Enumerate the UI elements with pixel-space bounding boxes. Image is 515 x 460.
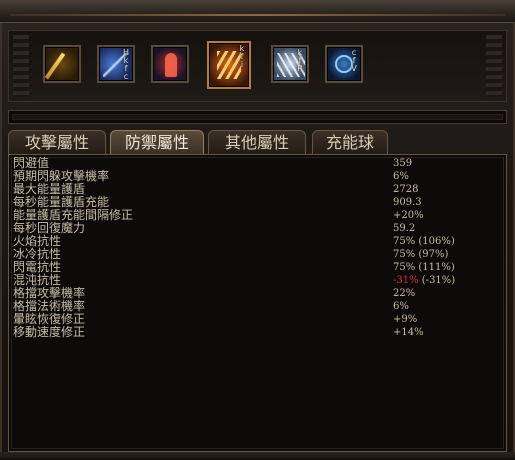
negative-resistance-value: -31%	[393, 275, 419, 286]
stat-row: 移動速度修正 +14%	[11, 326, 505, 339]
stats-list: 閃避值 359 預期閃躲攻擊機率 6% 最大能量護盾 2728 每秒能量護盾充能…	[11, 157, 505, 339]
stat-tabs: 攻擊屬性 防禦屬性 其他屬性 充能球	[8, 130, 507, 154]
left-chain-decoration	[13, 35, 29, 97]
defense-stats-panel: 閃避值 359 預期閃躲攻擊機率 6% 最大能量護盾 2728 每秒能量護盾充能…	[8, 154, 507, 452]
sword-icon	[44, 52, 66, 80]
stat-value: +9%	[393, 314, 418, 325]
stat-row: 冰冷抗性 75% (97%)	[11, 248, 505, 261]
stat-row: 暈眩恢復修正 +9%	[11, 313, 505, 326]
stat-row: 格擋攻擊機率 22%	[11, 287, 505, 300]
resistance-uncapped-value: (-31%)	[418, 275, 456, 286]
stat-value: -31% (-31%)	[393, 274, 455, 287]
gem-hotkey-label: H k f c	[122, 48, 129, 81]
fire-skill-gem-selected[interactable]: k f i	[207, 41, 251, 89]
tab-other[interactable]: 其他屬性	[208, 130, 306, 154]
blood-skill-gem[interactable]	[151, 45, 189, 83]
orb-skill-gem[interactable]: c f V	[325, 45, 363, 83]
experience-bar-track	[12, 114, 503, 120]
stat-row: 能量護盾充能間隔修正 +20%	[11, 209, 505, 222]
stat-value: 59.2	[393, 223, 416, 234]
stat-value: 6%	[393, 171, 409, 182]
stat-value: 6%	[393, 301, 409, 312]
stat-row: 每秒回復魔力 59.2	[11, 222, 505, 235]
stat-row: 預期閃躲攻擊機率 6%	[11, 170, 505, 183]
right-chain-decoration	[486, 35, 502, 97]
stat-label: 移動速度修正	[13, 325, 86, 339]
panel-top-border	[0, 0, 515, 23]
top-ornament-line	[10, 14, 505, 16]
stat-value: 75% (111%)	[393, 262, 455, 273]
stat-value: 2728	[393, 184, 419, 195]
stat-row: 格擋法術機率 6%	[11, 300, 505, 313]
gem-hotkey-label: k f R	[297, 48, 303, 73]
stat-value: 75% (97%)	[393, 249, 449, 260]
gem-hotkey-label: c f V	[351, 48, 357, 73]
stat-row: 閃電抗性 75% (111%)	[11, 261, 505, 274]
experience-bar	[8, 110, 507, 124]
stat-value: 75% (106%)	[393, 236, 455, 247]
stat-row: 火焰抗性 75% (106%)	[11, 235, 505, 248]
tab-defense[interactable]: 防禦屬性	[110, 130, 204, 154]
tab-offense[interactable]: 攻擊屬性	[8, 130, 106, 154]
figure-icon	[165, 53, 177, 77]
lightning-skill-gem[interactable]: H k f c	[97, 45, 135, 83]
tab-charges[interactable]: 充能球	[312, 130, 388, 154]
panel-bottom-border	[0, 452, 515, 460]
skill-gem-bar: H k f c k f i k f R c f V	[8, 30, 507, 102]
ice-skill-gem[interactable]: k f R	[271, 45, 309, 83]
stat-value: 359	[393, 158, 413, 169]
gem-hotkey-label: k f i	[239, 44, 245, 69]
stat-value: 22%	[393, 288, 416, 299]
stat-value: 909.3	[393, 197, 422, 208]
stat-value: +20%	[393, 210, 424, 221]
stat-value: +14%	[393, 327, 424, 338]
sword-skill-gem[interactable]	[43, 45, 81, 83]
stat-row: 混沌抗性 -31% (-31%)	[11, 274, 505, 287]
